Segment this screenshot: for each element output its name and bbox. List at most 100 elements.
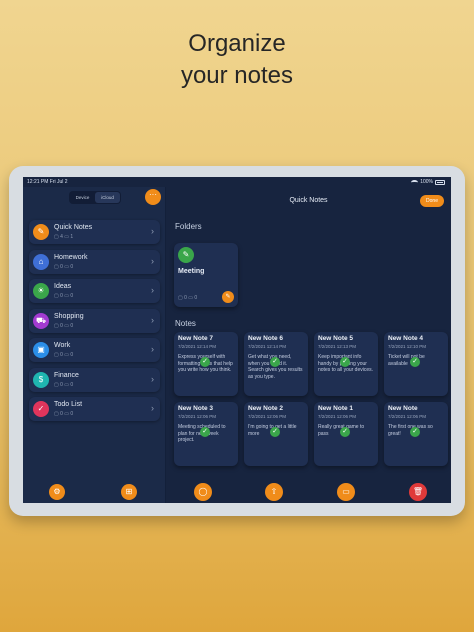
checkmark-icon: ✓	[410, 357, 420, 367]
chevron-right-icon: ›	[151, 373, 154, 384]
folder-card-name: Meeting	[178, 268, 205, 275]
money-icon: $	[33, 371, 49, 388]
note-title: New Note 1	[318, 405, 354, 412]
chevron-right-icon: ›	[151, 285, 154, 295]
pencil-icon: ✎	[178, 247, 194, 263]
page-title: Quick Notes	[289, 197, 328, 204]
briefcase-icon: ▣	[33, 342, 49, 358]
note-card[interactable]: New Note 3 7/2/2021 12:06 PM Meeting sched…	[174, 402, 238, 466]
checkmark-icon: ✓	[410, 427, 420, 437]
trash-icon: 🗑	[412, 487, 424, 496]
note-title: New Note 5	[318, 335, 354, 342]
notes-heading: Notes	[175, 319, 196, 328]
sidebar-folder-item[interactable]: ▣ Work ▢ 0 ▭ 0 ›	[29, 338, 160, 362]
segment-icloud[interactable]: iCloud	[95, 192, 120, 203]
note-date: 7/2/2021 12:06 PM	[388, 414, 427, 419]
promo-headline: Organize your notes	[0, 28, 474, 92]
sidebar-folder-item[interactable]: ☀ Ideas ▢ 0 ▭ 0 ›	[29, 279, 160, 303]
chevron-right-icon: ›	[151, 226, 154, 236]
promo-background-bottom	[0, 516, 474, 632]
note-title: New Note 4	[388, 335, 424, 342]
note-title: New Note 7	[178, 335, 214, 342]
pencil-icon: ✎	[33, 224, 49, 240]
main-content: Quick Notes Done Folders ✎ Meeting ▢ 0 ▭…	[166, 187, 451, 503]
note-card[interactable]: New Note 27/2/2021 12:06 PMI'm going to …	[244, 402, 308, 466]
chevron-right-icon: ›	[151, 344, 154, 354]
sidebar: Device iCloud ··· ✎ Quick Notes ▢ 4 ▭ 1 › ⌂ H…	[23, 187, 166, 503]
note-card[interactable]: New Note 4 7/2/2021 12:10 PM Ticket will n…	[384, 332, 448, 396]
status-right: 100%	[411, 177, 445, 187]
edit-folder-button[interactable]: ✎	[222, 291, 234, 303]
folder-counts: ▢ 0 ▭ 0	[54, 293, 74, 299]
folder-card-meeting[interactable]: ✎ Meeting ▢ 0 ▭ 0 ✎	[174, 243, 238, 307]
select-icon: ◯	[198, 487, 208, 496]
house-icon: ⌂	[33, 253, 49, 270]
sidebar-folder-item[interactable]: $ Finance ▢ 0 ▭ 0 ›	[29, 367, 160, 392]
new-folder-button[interactable]: ⊞	[121, 484, 137, 500]
status-bar: 12:21 PM Fri Jul 2 100%	[23, 177, 451, 187]
folder-counts: ▢ 4 ▭ 1	[54, 234, 74, 240]
folder-name: Todo List	[54, 401, 83, 408]
done-button[interactable]: Done	[420, 195, 444, 207]
note-card[interactable]: New Note 7/2/2021 12:06 PM The first one w…	[384, 402, 448, 466]
more-options-button[interactable]: ···	[145, 189, 161, 205]
share-icon: ⇧	[270, 487, 278, 496]
sidebar-folder-item[interactable]: ⛟ Shopping ▢ 0 ▭ 0 ›	[29, 308, 160, 333]
folder-name: Quick Notes	[54, 224, 93, 231]
sidebar-folder-item[interactable]: ⌂ Homework ▢ 0 ▭ 0 ›	[29, 249, 160, 274]
folder-counts: ▢ 0 ▭ 0	[54, 411, 74, 417]
checkmark-icon: ✓	[200, 357, 210, 367]
note-title: New Note	[388, 405, 418, 412]
note-card[interactable]: New Note 6 7/2/2021 12:14 PM Get what you …	[244, 332, 308, 396]
settings-icon: ⚙	[53, 487, 61, 496]
folders-heading: Folders	[175, 222, 202, 231]
battery-percent: 100%	[420, 179, 433, 185]
folder-counts: ▢ 0 ▭ 0	[54, 352, 74, 358]
note-date: 7/2/2021 12:06 PM	[248, 414, 287, 419]
checklist-icon: ✓	[33, 401, 49, 417]
folder-name: Homework	[54, 253, 88, 261]
note-date: 7/2/2021 12:13 PM	[318, 344, 357, 349]
note-card[interactable]: New Note 1 7/2/2021 12:06 PM Really great …	[314, 402, 378, 466]
segment-device[interactable]: Device	[70, 192, 95, 203]
headline-line-1: Organize	[188, 30, 286, 57]
storage-segmented-control: Device iCloud	[69, 191, 121, 204]
lightbulb-icon: ☀	[33, 283, 49, 299]
chevron-right-icon: ›	[151, 255, 154, 266]
sidebar-folder-item[interactable]: ✎ Quick Notes ▢ 4 ▭ 1 ›	[29, 220, 160, 244]
share-button[interactable]: ⇧	[265, 483, 283, 501]
note-title: New Note 6	[248, 335, 284, 342]
note-date: 7/2/2021 12:14 PM	[178, 344, 217, 349]
note-date: 7/2/2021 12:14 PM	[248, 344, 287, 349]
folder-counts: ▢ 0 ▭ 0	[54, 381, 74, 388]
new-folder-icon: ⊞	[125, 487, 133, 496]
checkmark-icon: ✓	[270, 427, 280, 437]
move-folder-icon: ▭	[342, 487, 350, 496]
sidebar-folder-item[interactable]: ✓ Todo List ▢ 0 ▭ 0 ›	[29, 397, 160, 421]
note-date: 7/2/2021 12:10 PM	[388, 344, 427, 349]
battery-icon	[435, 179, 445, 185]
checkmark-icon: ✓	[340, 357, 350, 367]
cart-icon: ⛟	[33, 312, 49, 329]
pencil-icon: ✎	[225, 294, 231, 300]
note-date: 7/2/2021 12:06 PM	[318, 414, 357, 419]
checkmark-icon: ✓	[340, 427, 350, 437]
folder-counts: ▢ 0 ▭ 0	[54, 322, 74, 329]
note-title: New Note 2	[248, 405, 284, 412]
note-card[interactable]: New Note 57/2/2021 12:13 PMKeep importan…	[314, 332, 378, 396]
select-button[interactable]: ◯	[194, 483, 212, 501]
checkmark-icon: ✓	[200, 427, 210, 437]
trash-button[interactable]: 🗑	[409, 483, 427, 501]
checkmark-icon: ✓	[270, 357, 280, 367]
app-screen: 12:21 PM Fri Jul 2 100% Device iCloud ··…	[23, 177, 451, 503]
note-card[interactable]: New Note 77/2/2021 12:14 PMExpress yours…	[174, 332, 238, 396]
wifi-icon	[411, 179, 419, 185]
folder-name: Finance	[54, 371, 79, 379]
status-time: 12:21 PM Fri Jul 2	[27, 179, 68, 185]
note-date: 7/2/2021 12:06 PM	[178, 414, 217, 419]
folder-counts: ▢ 0 ▭ 0	[54, 263, 74, 270]
move-folder-button[interactable]: ▭	[337, 483, 355, 501]
note-title: New Note 3	[178, 405, 214, 412]
settings-button[interactable]: ⚙	[49, 484, 65, 500]
chevron-right-icon: ›	[151, 314, 154, 325]
